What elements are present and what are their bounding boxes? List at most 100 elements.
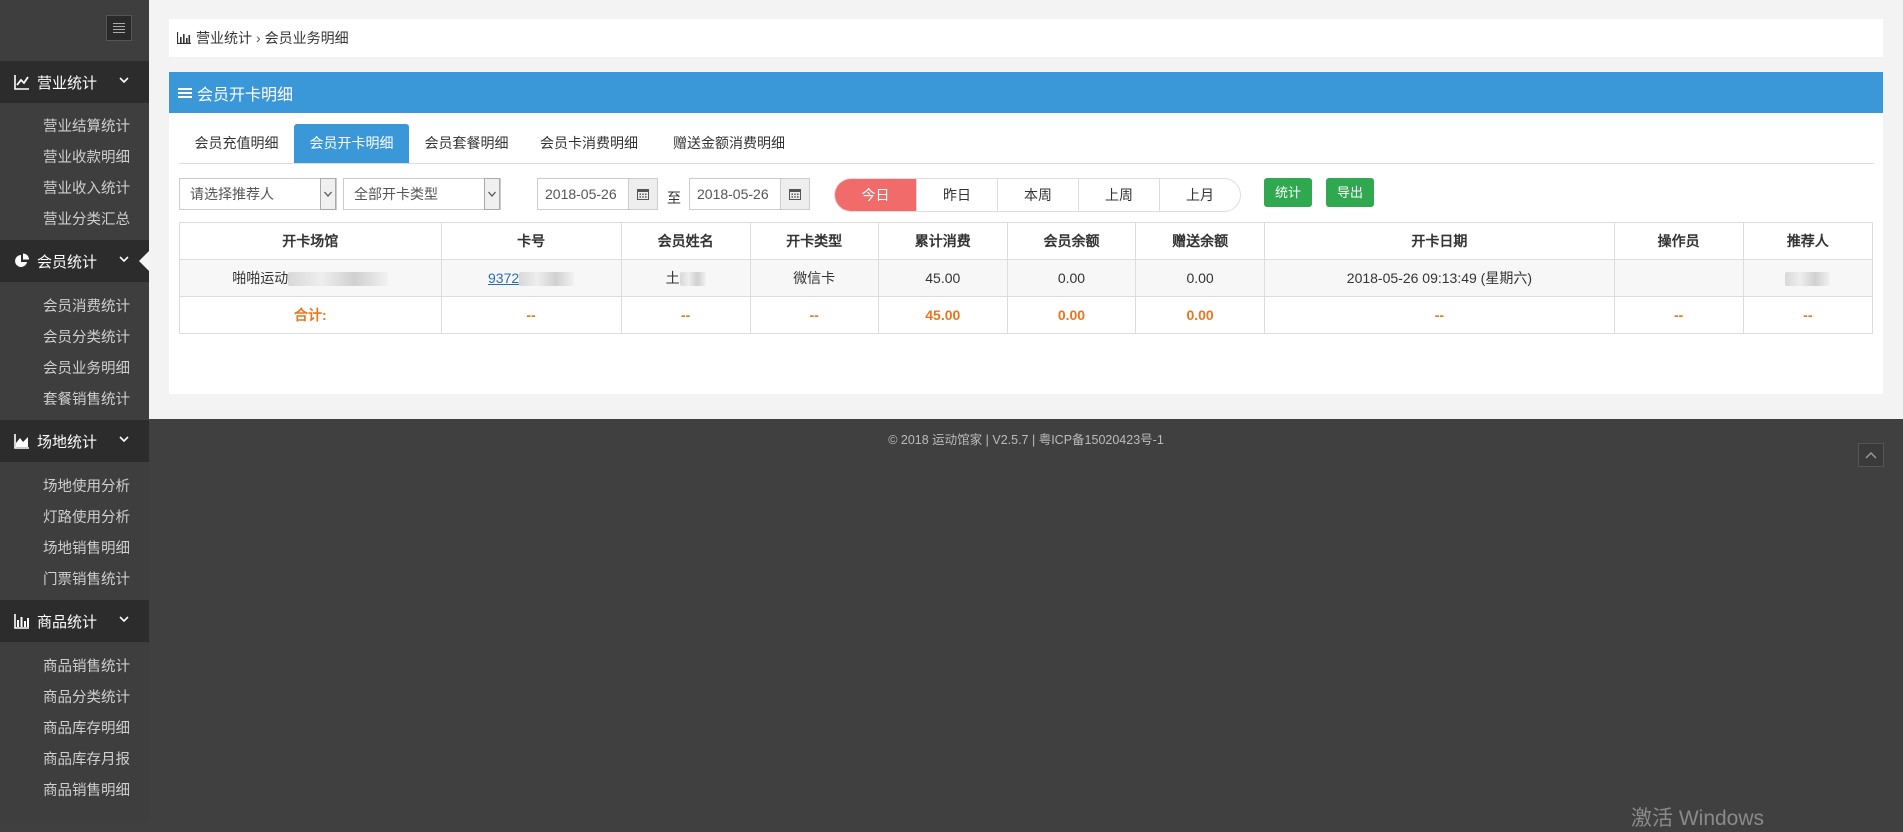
total-spend: 45.00 [877,296,1008,334]
sidebar-item[interactable]: 套餐销售统计 [43,388,130,409]
area-chart-icon [14,434,29,449]
chevron-down-icon [320,178,336,210]
quick-today-button[interactable]: 今日 [835,179,916,211]
hamburger-icon [113,23,125,33]
quick-date-group: 今日 昨日 本周 上周 上月 [834,178,1241,212]
sidebar-item-active[interactable]: 会员业务明细 [43,357,130,378]
quick-this-week-button[interactable]: 本周 [997,179,1078,211]
sidebar-item[interactable]: 商品销售明细 [43,779,130,800]
tab-bar: 会员充值明细 会员开卡明细 会员套餐明细 会员卡消费明细 赠送金额消费明细 [179,124,1874,164]
cell-venue: 啪啪运动 [179,259,442,297]
cell-card-no: 9372 [440,259,622,297]
sidebar-item[interactable]: 商品库存月报 [43,748,130,769]
sidebar-item[interactable]: 场地销售明细 [43,537,130,558]
footer: © 2018 运动馆家 | V2.5.7 | 粤ICP备15020423号-1 [888,433,1164,447]
menu-toggle-button[interactable] [106,15,132,41]
col-open-date[interactable]: 开卡日期 [1264,222,1615,260]
col-member-name[interactable]: 会员姓名 [620,222,751,260]
breadcrumb-parent[interactable]: 营业统计 [196,28,252,48]
total-card-type: -- [749,296,879,334]
col-operator[interactable]: 操作员 [1613,222,1744,260]
sidebar-group-goods[interactable]: 商品统计 [0,600,149,642]
col-gift-balance[interactable]: 赠送余额 [1135,222,1266,260]
calendar-icon[interactable] [780,179,809,209]
sidebar-group-label: 营业统计 [37,74,98,92]
table-total-row: 合计: -- -- -- 45.00 0.00 0.00 -- -- -- [179,296,1874,334]
chevron-up-icon [1865,451,1877,459]
col-referrer[interactable]: 推荐人 [1742,222,1874,260]
quick-yesterday-button[interactable]: 昨日 [916,179,997,211]
cell-card-type: 微信卡 [749,259,879,297]
table-header-row: 开卡场馆 卡号 会员姓名 开卡类型 累计消费 会员余额 赠送余额 开卡日期 操作… [179,222,1874,260]
sidebar-item[interactable]: 门票销售统计 [43,568,130,589]
chevron-down-icon [119,616,129,623]
quick-last-month-button[interactable]: 上月 [1159,179,1240,211]
tab-recharge-detail[interactable]: 会员充值明细 [179,124,294,163]
chevron-down-icon [119,256,129,263]
sidebar-item[interactable]: 营业收款明细 [43,146,130,167]
referrer-select-value: 请选择推荐人 [190,186,274,202]
total-referrer: -- [1742,296,1874,334]
bar-chart-icon [14,614,29,629]
cell-gift-balance: 0.00 [1135,259,1266,297]
card-detail-table: 开卡场馆 卡号 会员姓名 开卡类型 累计消费 会员余额 赠送余额 开卡日期 操作… [179,222,1874,334]
col-balance[interactable]: 会员余额 [1006,222,1137,260]
quick-last-week-button[interactable]: 上周 [1078,179,1159,211]
date-to-input[interactable]: 2018-05-26 [689,178,810,210]
referrer-select[interactable]: 请选择推荐人 [179,178,337,210]
sidebar-item[interactable]: 商品分类统计 [43,686,130,707]
list-icon [178,87,192,98]
breadcrumb-separator: › [256,30,261,46]
col-card-no[interactable]: 卡号 [440,222,622,260]
cell-open-date: 2018-05-26 09:13:49 (星期六) [1264,259,1615,297]
tab-gift-consume-detail[interactable]: 赠送金额消费明细 [654,124,804,163]
tab-package-detail[interactable]: 会员套餐明细 [409,124,524,163]
sidebar-item[interactable]: 会员消费统计 [43,295,130,316]
chevron-down-icon [484,178,500,210]
calendar-icon[interactable] [628,179,657,209]
cell-balance: 0.00 [1006,259,1137,297]
card-type-select[interactable]: 全部开卡类型 [343,178,501,210]
card-no-link[interactable]: 9372 [488,270,519,286]
sidebar-item[interactable]: 营业结算统计 [43,115,130,136]
total-balance: 0.00 [1006,296,1137,334]
chevron-down-icon [119,77,129,84]
total-operator: -- [1613,296,1744,334]
sidebar-item[interactable]: 会员分类统计 [43,326,130,347]
panel-title: 会员开卡明细 [197,86,294,104]
sidebar-item[interactable]: 商品销售统计 [43,655,130,676]
date-from-input[interactable]: 2018-05-26 [537,178,658,210]
tab-card-consume-detail[interactable]: 会员卡消费明细 [524,124,654,163]
redacted-text [519,272,575,287]
export-button[interactable]: 导出 [1326,178,1374,207]
sidebar-item[interactable]: 商品库存明细 [43,717,130,738]
venue-text: 啪啪运动 [232,270,289,286]
sidebar-item[interactable]: 营业收入统计 [43,177,130,198]
sidebar-group-business[interactable]: 营业统计 [0,61,149,103]
sidebar-item[interactable]: 场地使用分析 [43,475,130,496]
sidebar-group-label: 场地统计 [37,433,98,451]
tab-open-card-detail[interactable]: 会员开卡明细 [294,124,409,163]
line-chart-icon [14,75,29,90]
stat-button[interactable]: 统计 [1264,178,1312,207]
cell-operator [1613,259,1744,297]
col-card-type[interactable]: 开卡类型 [749,222,879,260]
col-venue[interactable]: 开卡场馆 [179,222,442,260]
cell-member-name: 土 [620,259,751,297]
date-from-value: 2018-05-26 [545,186,617,202]
back-to-top-button[interactable] [1858,443,1884,467]
panel: 会员开卡明细 会员充值明细 会员开卡明细 会员套餐明细 会员卡消费明细 赠送金额… [169,72,1883,394]
sidebar-group-member[interactable]: 会员统计 [0,240,149,282]
sidebar-group-label: 商品统计 [37,613,98,631]
chevron-down-icon [119,436,129,443]
total-member-name: -- [620,296,751,334]
bar-chart-icon [177,32,191,44]
sidebar-item[interactable]: 灯路使用分析 [43,506,130,527]
sidebar-group-venue[interactable]: 场地统计 [0,420,149,462]
panel-header: 会员开卡明细 [169,72,1883,113]
sidebar-item[interactable]: 营业分类汇总 [43,208,130,229]
table-row: 啪啪运动 9372 土 微信卡 45.00 0.00 0.00 2018-05-… [179,259,1874,297]
col-total-spend[interactable]: 累计消费 [877,222,1008,260]
card-type-select-value: 全部开卡类型 [354,186,438,202]
breadcrumb: 营业统计 › 会员业务明细 [169,19,1883,57]
